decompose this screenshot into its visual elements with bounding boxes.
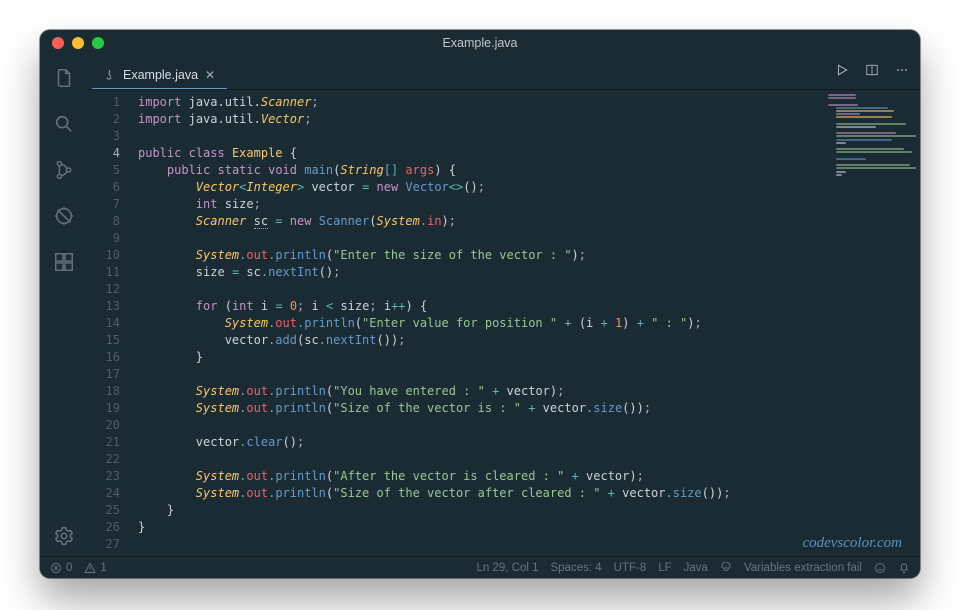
java-file-icon [102, 68, 116, 82]
search-icon[interactable] [52, 112, 76, 136]
editor-actions [834, 62, 910, 78]
status-eol[interactable]: LF [658, 562, 671, 574]
status-warnings[interactable]: 1 [84, 562, 106, 574]
editor-area: Example.java ✕ 12345678910111213141 [88, 56, 920, 556]
status-encoding[interactable]: UTF-8 [614, 562, 647, 574]
explorer-icon[interactable] [52, 66, 76, 90]
source-control-icon[interactable] [52, 158, 76, 182]
status-bell-icon[interactable] [898, 562, 910, 574]
status-bar: 0 1 Ln 29, Col 1 Spaces: 4 UTF-8 LF Java… [40, 556, 920, 578]
errors-count: 0 [66, 562, 72, 574]
extensions-icon[interactable] [52, 250, 76, 274]
tab-bar: Example.java ✕ [88, 56, 920, 90]
editor-body: Example.java ✕ 12345678910111213141 [40, 56, 920, 556]
code-editor[interactable]: 1234567891011121314151617181920212223242… [88, 90, 920, 556]
tab-example-java[interactable]: Example.java ✕ [92, 62, 227, 89]
status-cursor-position[interactable]: Ln 29, Col 1 [476, 562, 538, 574]
more-actions-icon[interactable] [894, 62, 910, 78]
close-tab-icon[interactable]: ✕ [205, 68, 215, 82]
status-errors[interactable]: 0 [50, 562, 72, 574]
code-content: import java.util.Scanner; import java.ut… [130, 90, 920, 556]
debug-icon[interactable] [52, 204, 76, 228]
window-title: Example.java [40, 36, 920, 50]
split-editor-icon[interactable] [864, 62, 880, 78]
status-smiley-icon[interactable] [874, 562, 886, 574]
window: Example.java [40, 30, 920, 578]
activity-bar [40, 56, 88, 556]
status-feedback-icon[interactable] [720, 562, 732, 574]
line-gutter: 1234567891011121314151617181920212223242… [88, 90, 130, 556]
status-indent[interactable]: Spaces: 4 [550, 562, 601, 574]
status-language[interactable]: Java [684, 562, 708, 574]
title-bar: Example.java [40, 30, 920, 56]
settings-gear-icon[interactable] [52, 524, 76, 548]
tab-label: Example.java [123, 68, 198, 82]
warnings-count: 1 [100, 562, 106, 574]
status-extra[interactable]: Variables extraction fail [744, 562, 862, 574]
run-icon[interactable] [834, 62, 850, 78]
